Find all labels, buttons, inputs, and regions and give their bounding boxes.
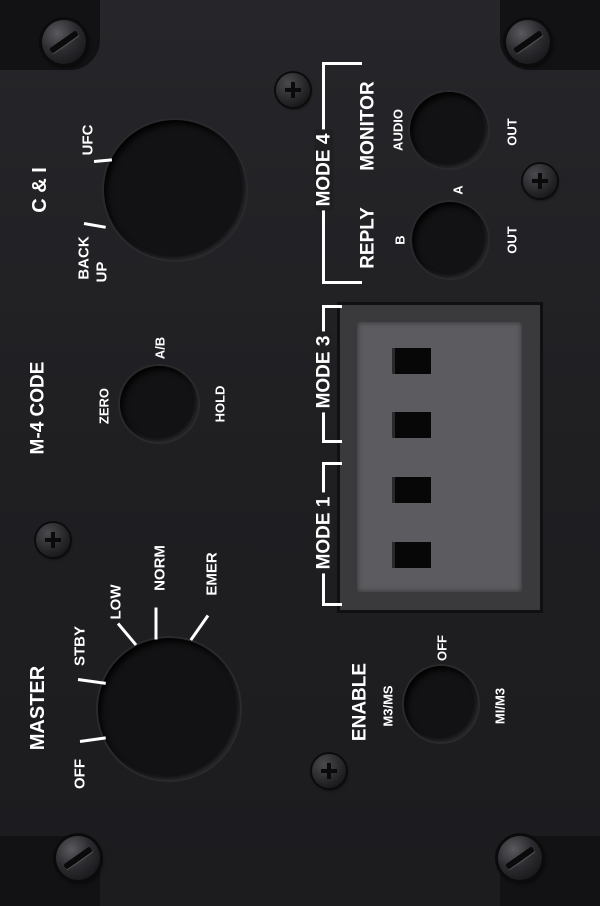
mode1-switch-1[interactable] <box>392 477 431 503</box>
master-stby-marker <box>77 678 106 685</box>
phillips-screw-icon <box>312 754 346 788</box>
c-and-i-ufc-label: UFC <box>79 124 97 156</box>
mode1-switch-2[interactable] <box>392 542 431 568</box>
reply-out-label: OUT <box>504 226 520 254</box>
master-norm-marker <box>154 607 158 640</box>
mode1-bracket-bottom <box>322 603 342 606</box>
phillips-screw-icon <box>36 523 70 557</box>
enable-title: ENABLE <box>349 662 371 742</box>
master-norm-label: NORM <box>151 545 169 591</box>
m4-code-knob[interactable] <box>120 366 198 442</box>
mode1-label: MODE 1 <box>314 492 335 574</box>
master-emer-label: EMER <box>203 552 221 596</box>
monitor-audio-label: AUDIO <box>390 109 406 151</box>
master-off-marker <box>79 736 106 743</box>
mode4-title: MODE 4 <box>314 129 335 211</box>
master-stby-label: STBY <box>71 625 89 667</box>
monitor-knob[interactable] <box>410 92 488 168</box>
master-knob[interactable] <box>98 638 240 780</box>
mode3-label: MODE 3 <box>314 331 335 413</box>
mode3-switch-2[interactable] <box>392 412 431 438</box>
master-title: MASTER <box>27 665 49 751</box>
mode1-bracket-top <box>322 462 342 465</box>
phillips-screw-icon <box>276 73 310 107</box>
corner-screw-icon <box>56 836 100 880</box>
m4-code-zero-label: ZERO <box>96 387 112 425</box>
reply-knob[interactable] <box>412 202 488 278</box>
corner-screw-icon <box>42 20 86 64</box>
monitor-out-label: OUT <box>504 118 520 146</box>
reply-b-label: B <box>392 235 408 245</box>
m4-code-ab-label: A/B <box>152 336 168 360</box>
m4-code-title: M-4 CODE <box>27 361 49 455</box>
mode3-switch-1[interactable] <box>392 348 431 374</box>
monitor-title: MONITOR <box>357 81 379 171</box>
enable-mim3-label: MI/M3 <box>492 687 508 725</box>
corner-screw-icon <box>498 836 542 880</box>
c-and-i-back-label: BACK <box>75 236 93 280</box>
enable-off-label: OFF <box>434 635 450 661</box>
m4-code-hold-label: HOLD <box>212 385 228 423</box>
c-and-i-up-label: UP <box>93 261 111 283</box>
reply-title: REPLY <box>357 207 379 269</box>
c-and-i-knob[interactable] <box>104 120 246 260</box>
enable-knob[interactable] <box>404 666 478 742</box>
mode3-bracket-top <box>322 305 342 308</box>
mode3-bracket-bottom <box>322 440 342 443</box>
reply-a-label: A <box>450 185 466 195</box>
mode4-bracket-top <box>322 62 362 65</box>
c-and-i-backup-marker <box>83 222 106 229</box>
mode-switch-panel <box>357 322 522 592</box>
mode4-bracket-bottom <box>322 281 362 284</box>
enable-m3ms-label: M3/MS <box>380 685 396 727</box>
c-and-i-title: C & I <box>29 167 51 213</box>
phillips-screw-icon <box>523 164 557 198</box>
corner-screw-icon <box>506 20 550 64</box>
iff-control-panel: C & I UFC BACK UP M-4 CODE ZERO A/B HOLD… <box>0 0 600 906</box>
master-low-label: LOW <box>107 584 125 620</box>
master-low-marker <box>116 622 138 646</box>
master-emer-marker <box>189 614 210 641</box>
master-off-label: OFF <box>71 759 89 789</box>
